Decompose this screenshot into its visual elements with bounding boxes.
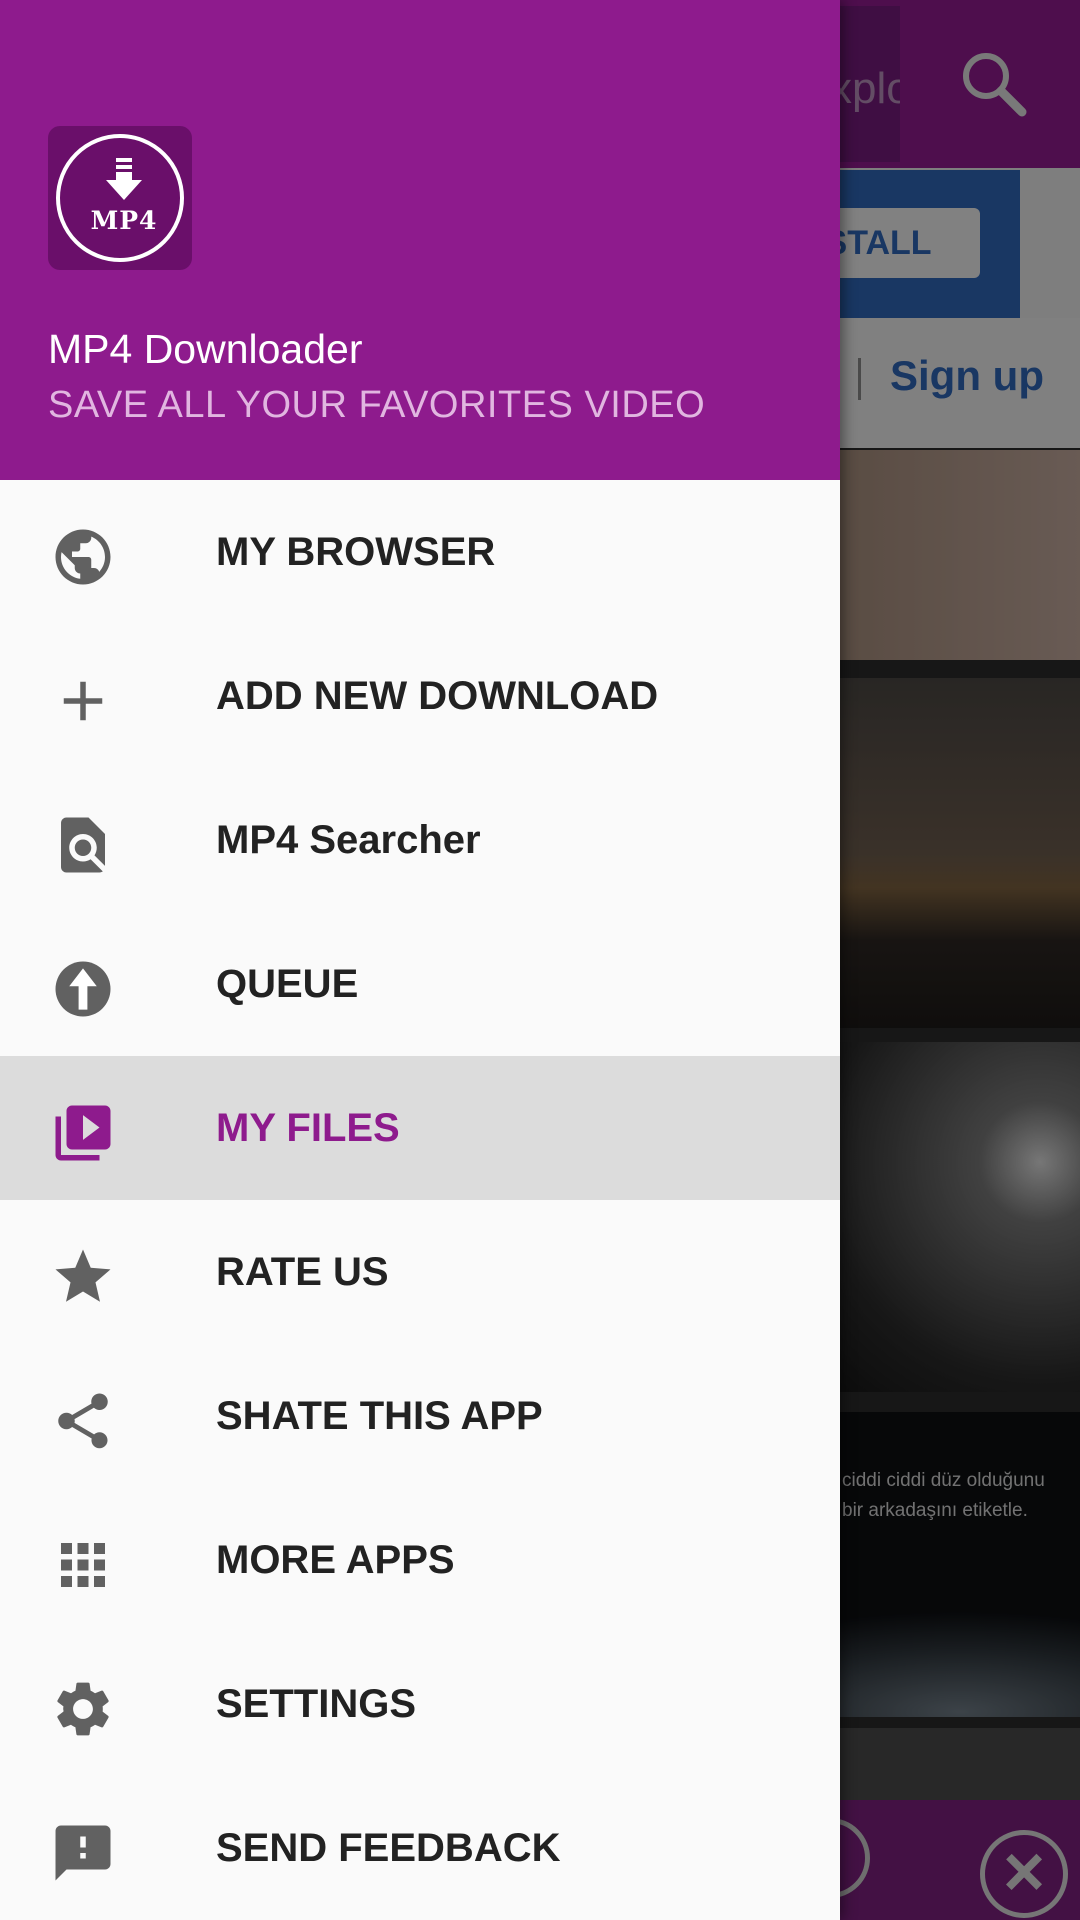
menu-item-label: SEND FEEDBACK bbox=[216, 1826, 561, 1870]
menu-item-add-new-download[interactable]: ADD NEW DOWNLOAD bbox=[0, 624, 840, 768]
gear-icon bbox=[50, 1676, 116, 1742]
apps-grid-icon bbox=[50, 1532, 116, 1598]
logo-text: MP4 bbox=[90, 206, 158, 235]
plus-icon bbox=[50, 668, 116, 734]
menu-item-label: QUEUE bbox=[216, 962, 359, 1006]
menu-item-queue[interactable]: QUEUE bbox=[0, 912, 840, 1056]
menu-item-label: ADD NEW DOWNLOAD bbox=[216, 674, 659, 718]
upload-arrow-icon bbox=[50, 956, 116, 1022]
video-library-icon bbox=[50, 1100, 116, 1166]
menu-item-label: MORE APPS bbox=[216, 1538, 455, 1582]
app-name: MP4 Downloader bbox=[48, 326, 363, 372]
menu-item-label: RATE US bbox=[216, 1250, 389, 1294]
download-arrow-icon bbox=[106, 158, 142, 200]
drawer-header: MP4 MP4 Downloader SAVE ALL YOUR FAVORIT… bbox=[0, 0, 840, 480]
menu-item-label: MY FILES bbox=[216, 1106, 400, 1150]
menu-item-my-files[interactable]: MY FILES bbox=[0, 1056, 840, 1200]
navigation-drawer: MP4 MP4 Downloader SAVE ALL YOUR FAVORIT… bbox=[0, 0, 840, 1920]
logo-ring: MP4 bbox=[56, 134, 184, 262]
menu-item-settings[interactable]: SETTINGS bbox=[0, 1632, 840, 1776]
feedback-icon bbox=[50, 1820, 116, 1886]
menu-item-my-browser[interactable]: MY BROWSER bbox=[0, 480, 840, 624]
menu-item-label: SHATE THIS APP bbox=[216, 1394, 543, 1438]
menu-item-label: MP4 Searcher bbox=[216, 818, 481, 862]
menu-item-rate-us[interactable]: RATE US bbox=[0, 1200, 840, 1344]
menu-item-more-apps[interactable]: MORE APPS bbox=[0, 1488, 840, 1632]
menu-item-share-app[interactable]: SHATE THIS APP bbox=[0, 1344, 840, 1488]
file-search-icon bbox=[50, 812, 116, 878]
app-tagline: SAVE ALL YOUR FAVORITES VIDEO bbox=[48, 384, 706, 426]
star-icon bbox=[50, 1244, 116, 1310]
menu-item-send-feedback[interactable]: SEND FEEDBACK bbox=[0, 1776, 840, 1920]
drawer-menu: MY BROWSER ADD NEW DOWNLOAD MP4 Searcher… bbox=[0, 480, 840, 1920]
app-logo: MP4 bbox=[48, 126, 192, 270]
share-icon bbox=[50, 1388, 116, 1454]
globe-icon bbox=[50, 524, 116, 590]
menu-item-label: SETTINGS bbox=[216, 1682, 417, 1726]
menu-item-label: MY BROWSER bbox=[216, 530, 496, 574]
menu-item-mp4-searcher[interactable]: MP4 Searcher bbox=[0, 768, 840, 912]
